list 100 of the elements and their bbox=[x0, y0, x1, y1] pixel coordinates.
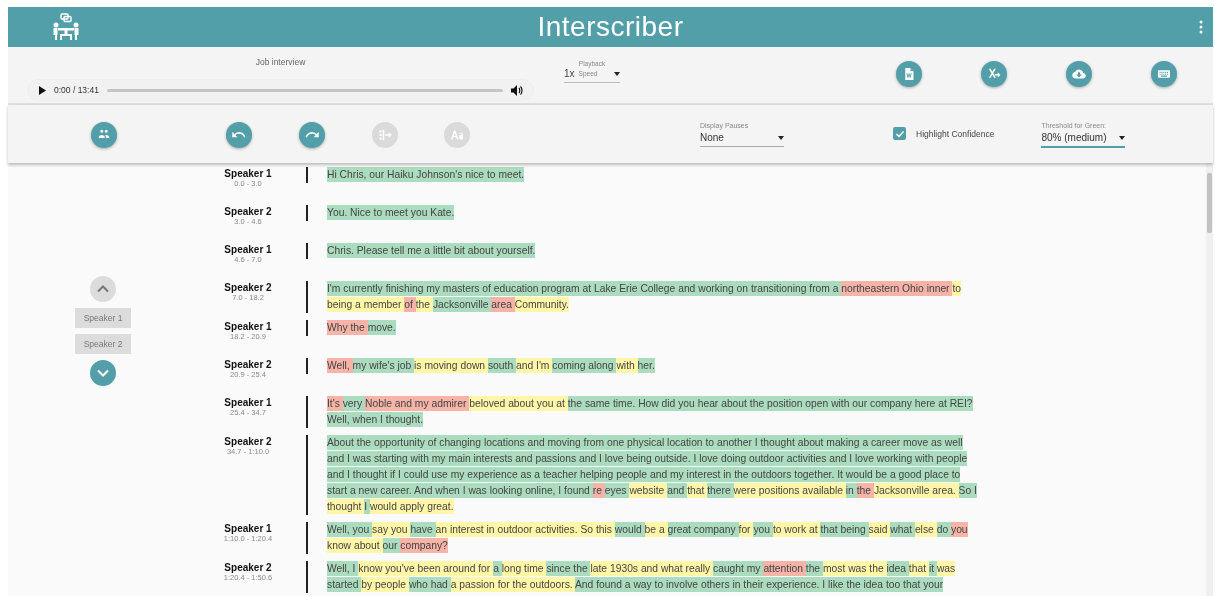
transcript-word[interactable]: have bbox=[410, 522, 436, 537]
transcript-word[interactable]: attention bbox=[763, 561, 806, 576]
transcript-word[interactable]: a bbox=[889, 467, 899, 482]
transcript-word[interactable]: a bbox=[450, 577, 460, 592]
word-export-button[interactable] bbox=[896, 61, 922, 87]
transcript-word[interactable]: start bbox=[327, 483, 350, 498]
transcript-word[interactable]: very bbox=[342, 396, 366, 411]
speaker-name[interactable]: Speaker 1 bbox=[224, 244, 272, 255]
transcript-word[interactable]: time bbox=[524, 561, 547, 576]
transcript-word[interactable]: website bbox=[629, 483, 668, 498]
transcript-word[interactable]: outdoors bbox=[751, 467, 795, 482]
transcript-word[interactable]: apply bbox=[399, 499, 428, 514]
transcript-word[interactable]: Erie bbox=[619, 281, 641, 296]
transcript-word[interactable]: really bbox=[685, 561, 713, 576]
transcript-word[interactable]: found bbox=[596, 577, 625, 592]
transcript-word[interactable]: people bbox=[375, 577, 409, 592]
transcript-word[interactable]: most bbox=[822, 561, 849, 576]
transcript-word[interactable]: that bbox=[903, 577, 924, 592]
transcript-word[interactable]: Well, bbox=[327, 412, 353, 427]
transcript-word[interactable]: career. bbox=[380, 483, 415, 498]
transcript-word[interactable]: looking bbox=[489, 483, 526, 498]
transcript-word[interactable]: others bbox=[700, 577, 733, 592]
transcript-word[interactable]: eyes bbox=[604, 483, 630, 498]
transcript-word[interactable]: I bbox=[364, 499, 370, 514]
transcript-word[interactable]: there bbox=[707, 483, 734, 498]
transcript-word[interactable]: a bbox=[832, 281, 842, 296]
transcript-word[interactable]: great. bbox=[427, 499, 454, 514]
transcript-word[interactable]: and bbox=[527, 435, 548, 450]
transcript-word[interactable]: that bbox=[687, 483, 708, 498]
transcript-word[interactable]: the bbox=[573, 561, 591, 576]
transcript-word[interactable]: that bbox=[820, 522, 841, 537]
transcript-word[interactable]: about bbox=[721, 396, 750, 411]
transcript-word[interactable]: the bbox=[350, 320, 368, 335]
speaker-name[interactable]: Speaker 1 bbox=[224, 168, 272, 179]
transcript-word[interactable]: position bbox=[767, 396, 806, 411]
transcript-word[interactable]: main bbox=[448, 451, 474, 466]
transcript-word[interactable]: company bbox=[693, 522, 739, 537]
transcript-word[interactable]: of bbox=[482, 281, 494, 296]
transcript-word[interactable]: thought bbox=[352, 467, 390, 482]
transcript-word[interactable]: I bbox=[347, 451, 353, 466]
transcript-word[interactable]: down bbox=[460, 358, 488, 373]
transcript-word[interactable]: opportunity bbox=[373, 435, 428, 450]
transcript-word[interactable]: of bbox=[404, 297, 416, 312]
transcript-word[interactable]: Jacksonville bbox=[873, 483, 933, 498]
transcript-word[interactable]: You. bbox=[327, 205, 351, 220]
transcript-word[interactable]: available bbox=[802, 483, 846, 498]
transcript-word[interactable]: REI? bbox=[949, 396, 973, 411]
transcript-word[interactable]: 1930s bbox=[609, 561, 641, 576]
scrollbar-thumb[interactable] bbox=[1207, 173, 1212, 233]
transcript-word[interactable]: my bbox=[426, 281, 443, 296]
transcript-word[interactable]: way bbox=[633, 577, 655, 592]
transcript-word[interactable]: to bbox=[951, 467, 961, 482]
excel-export-button[interactable] bbox=[981, 61, 1007, 87]
transcript-word[interactable]: the bbox=[869, 561, 887, 576]
transcript-word[interactable]: working bbox=[876, 451, 916, 466]
transcript-word[interactable]: and bbox=[667, 483, 688, 498]
transcript-word[interactable]: working bbox=[698, 281, 737, 296]
transcript-word[interactable]: beloved bbox=[469, 396, 509, 411]
transcript-word[interactable]: Lake bbox=[594, 281, 620, 296]
transcript-word[interactable]: It's bbox=[327, 396, 343, 411]
transcript-word[interactable]: Nice bbox=[350, 205, 374, 220]
display-pauses-select[interactable]: None bbox=[700, 129, 784, 147]
transcript-word[interactable]: caught bbox=[713, 561, 747, 576]
transcript-word[interactable]: area. bbox=[932, 483, 959, 498]
transcript-word[interactable]: positions bbox=[758, 483, 803, 498]
transcript-word[interactable]: their bbox=[743, 577, 767, 592]
transcript-word[interactable]: is bbox=[414, 358, 425, 373]
transcript-word[interactable]: in bbox=[723, 467, 735, 482]
scrollbar[interactable] bbox=[1206, 163, 1213, 596]
transcript-word[interactable]: I bbox=[822, 577, 829, 592]
transcript-word[interactable]: I bbox=[558, 483, 565, 498]
transcript-word[interactable]: at bbox=[938, 396, 950, 411]
transcript-word[interactable]: tell bbox=[391, 243, 408, 258]
transcript-word[interactable]: place bbox=[924, 467, 952, 482]
transcript-word[interactable]: love bbox=[699, 451, 721, 466]
transcript-word[interactable]: program bbox=[541, 281, 583, 296]
transcript-word[interactable]: from bbox=[583, 435, 607, 450]
transcript-word[interactable]: a bbox=[624, 577, 634, 592]
transcript-word[interactable]: interests bbox=[473, 451, 516, 466]
transcript-word[interactable]: and bbox=[327, 467, 348, 482]
transcript-word[interactable]: Well, bbox=[327, 522, 353, 537]
transcript-word[interactable]: would bbox=[614, 522, 645, 537]
transcript-word[interactable]: our bbox=[852, 396, 871, 411]
transcript-word[interactable]: love bbox=[854, 451, 877, 466]
transcript-word[interactable]: to bbox=[705, 435, 717, 450]
transcript-word[interactable]: I bbox=[598, 451, 605, 466]
transcript-word[interactable]: nice bbox=[465, 167, 487, 182]
transcript-word[interactable]: else bbox=[914, 522, 937, 537]
transcript-word[interactable]: activities bbox=[786, 451, 830, 466]
transcript-word[interactable]: little bbox=[432, 243, 455, 258]
transcript-word[interactable]: move. bbox=[367, 320, 396, 335]
transcript-word[interactable]: could bbox=[403, 467, 432, 482]
transcript-word[interactable]: I bbox=[398, 467, 404, 482]
transcript-word[interactable]: Ohio bbox=[902, 281, 927, 296]
transcript-word[interactable]: been bbox=[417, 561, 444, 576]
transcript-word[interactable]: meet bbox=[385, 205, 411, 220]
transcript-word[interactable]: experience. bbox=[766, 577, 823, 592]
transcript-word[interactable]: I bbox=[380, 412, 386, 427]
transcript-word[interactable]: Jacksonville bbox=[432, 297, 492, 312]
transcript-word[interactable]: About bbox=[327, 435, 357, 450]
